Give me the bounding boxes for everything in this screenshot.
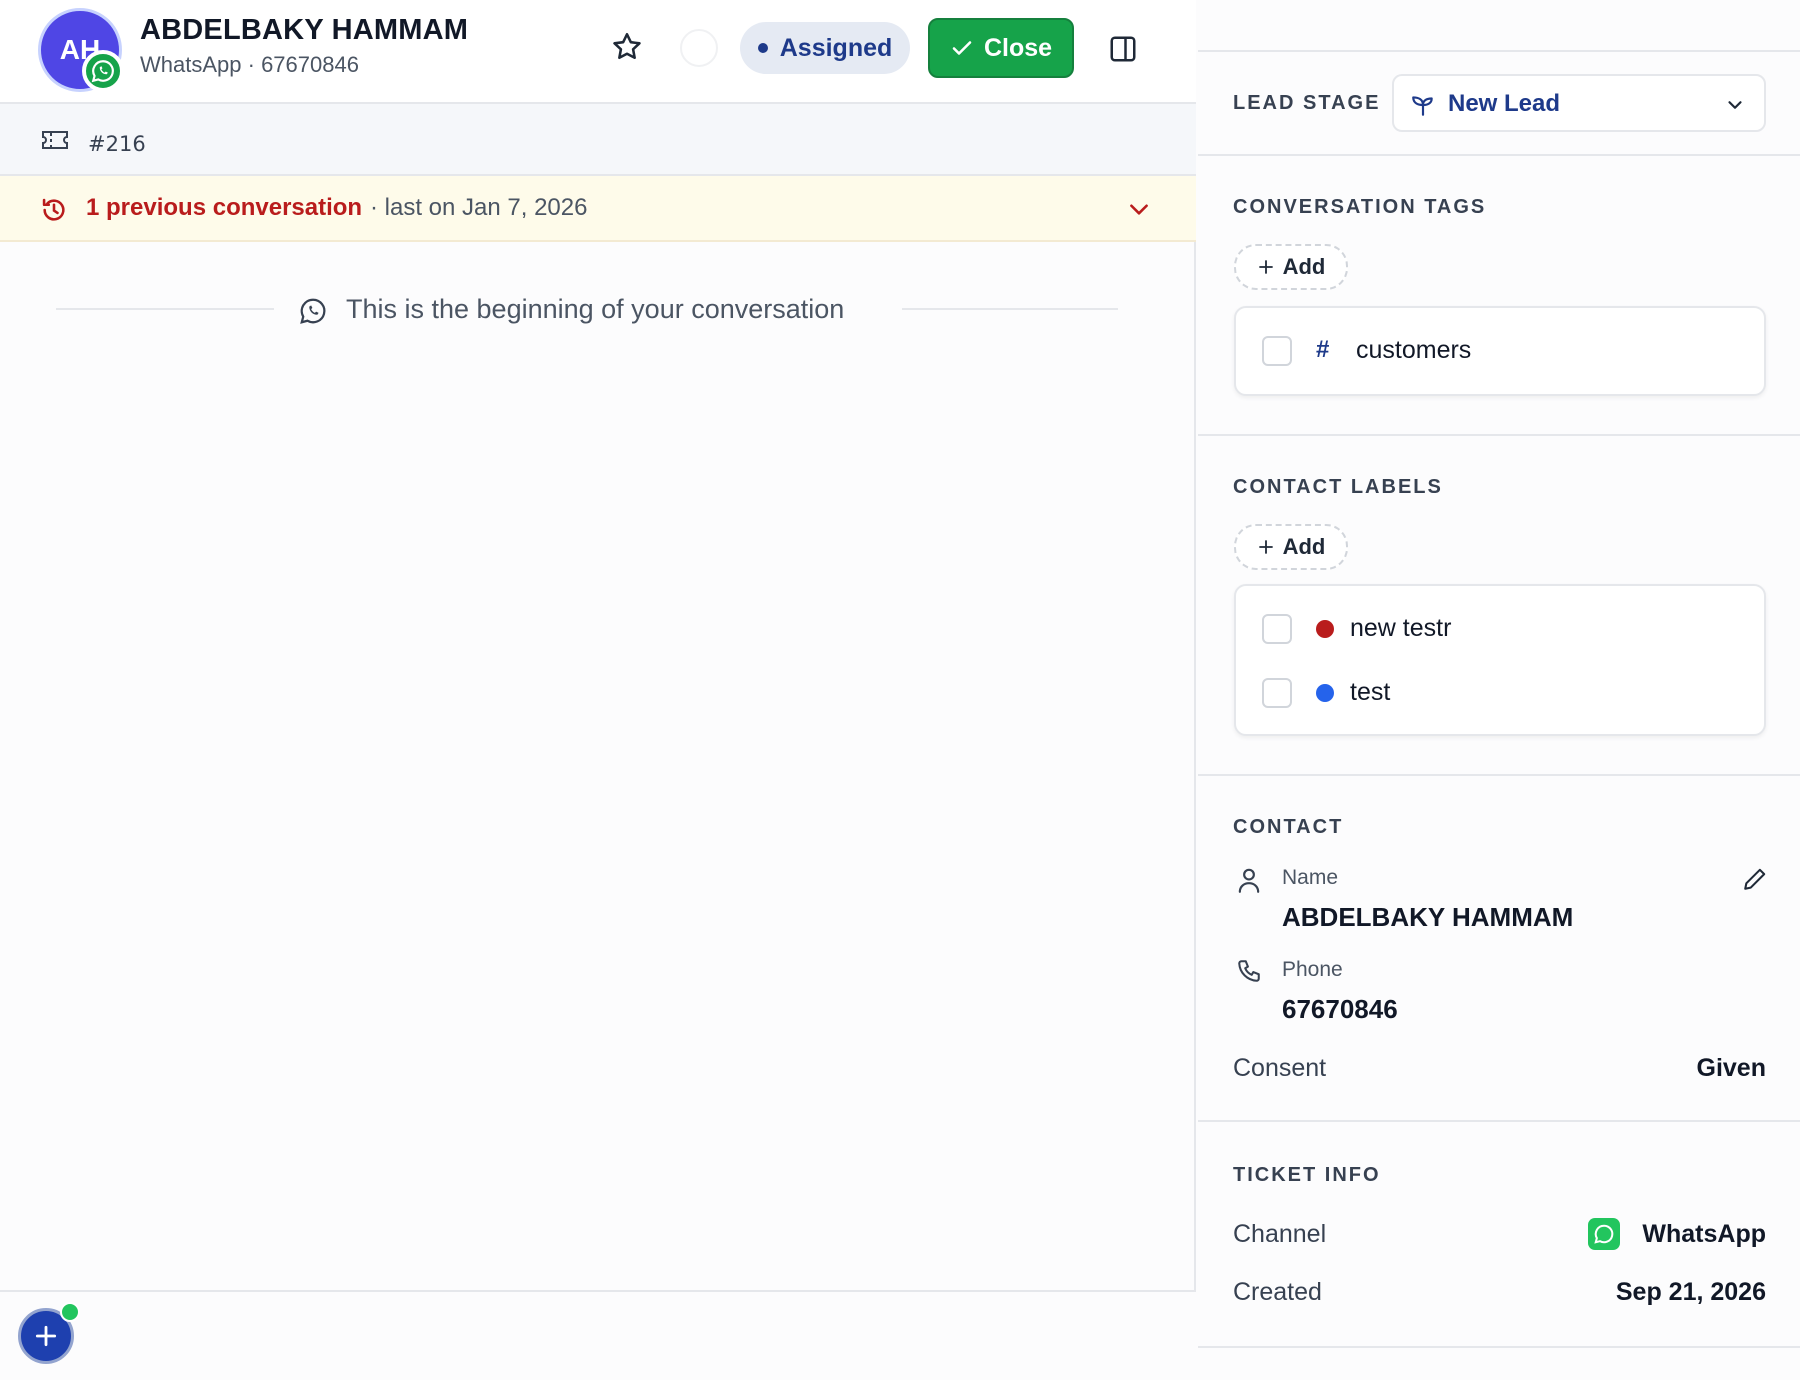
- label-color-dot: [1316, 684, 1334, 702]
- contact-labels-title: CONTACT LABELS: [1233, 476, 1443, 498]
- conversation-tags-section: CONVERSATION TAGS Add # customers: [1198, 156, 1800, 436]
- created-value: Sep 21, 2026: [1615, 1278, 1766, 1306]
- details-sidebar: LEAD STAGE New Lead CONVERSATION TAGS Ad…: [1198, 0, 1800, 1380]
- chevron-down-icon: [1724, 94, 1746, 116]
- previous-conversation-date: · last on Jan 7, 2026: [370, 194, 588, 221]
- sprout-icon: [1410, 92, 1436, 118]
- created-label: Created: [1233, 1278, 1322, 1306]
- contact-name: ABDELBAKY HAMMAM: [140, 14, 469, 46]
- lead-stage-value: New Lead: [1448, 90, 1561, 117]
- composer-area: [0, 1290, 1196, 1380]
- channel-label: Channel: [1233, 1220, 1327, 1248]
- contact-channel: WhatsApp: [140, 52, 242, 77]
- assigned-status-button[interactable]: Assigned: [740, 22, 910, 74]
- online-indicator: [60, 1302, 80, 1322]
- tag-list: # customers: [1234, 306, 1766, 396]
- edit-icon[interactable]: [1742, 866, 1768, 892]
- lead-stage-title: LEAD STAGE: [1233, 92, 1381, 114]
- conversation-header: AH ABDELBAKY HAMMAM WhatsApp · 67670846 …: [0, 0, 1196, 104]
- plus-icon: [35, 1325, 57, 1347]
- plus-icon: [1258, 260, 1273, 274]
- phone-icon: [1236, 958, 1262, 986]
- contact-subtitle: WhatsApp · 67670846: [140, 52, 359, 77]
- add-tag-label: Add: [1282, 254, 1326, 279]
- close-label: Close: [983, 33, 1053, 62]
- label-name: test: [1350, 678, 1391, 706]
- assigned-label: Assigned: [779, 33, 893, 62]
- contact-phone: 67670846: [261, 52, 359, 77]
- conversation-start-text: This is the beginning of your conversati…: [346, 294, 845, 324]
- divider-line: [902, 308, 1118, 310]
- add-label-label: Add: [1282, 534, 1326, 559]
- history-icon: [40, 196, 68, 224]
- ticket-info-section: TICKET INFO Channel WhatsApp Created Sep…: [1198, 1122, 1800, 1348]
- contact-section: CONTACT Name ABDELBAKY HAMMAM Phone 6767…: [1198, 776, 1800, 1122]
- name-label: Name: [1282, 866, 1339, 889]
- whatsapp-channel-icon: [1588, 1218, 1620, 1250]
- ticket-number: #216: [88, 132, 146, 156]
- close-conversation-button[interactable]: Close: [928, 18, 1074, 78]
- user-icon: [1236, 866, 1262, 894]
- whatsapp-icon: [298, 296, 328, 326]
- lead-stage-select[interactable]: New Lead: [1392, 74, 1766, 132]
- add-tag-button[interactable]: Add: [1234, 244, 1348, 290]
- status-dot: [757, 43, 768, 53]
- name-value: ABDELBAKY HAMMAM: [1282, 902, 1574, 932]
- tag-label: customers: [1356, 336, 1472, 364]
- consent-label: Consent: [1233, 1054, 1327, 1082]
- add-label-button[interactable]: Add: [1234, 524, 1348, 570]
- star-icon[interactable]: [610, 30, 644, 64]
- lead-stage-section: LEAD STAGE New Lead: [1198, 52, 1800, 156]
- tag-checkbox[interactable]: [1262, 336, 1292, 366]
- contact-labels-section: CONTACT LABELS Add new testr test: [1198, 436, 1800, 776]
- phone-value: 67670846: [1282, 994, 1398, 1024]
- sidebar-top: [1198, 0, 1800, 52]
- conversation-tags-title: CONVERSATION TAGS: [1233, 196, 1487, 218]
- channel-value: WhatsApp: [1642, 1220, 1766, 1248]
- previous-conversation-title: 1 previous conversation: [86, 194, 363, 221]
- label-checkbox[interactable]: [1262, 614, 1292, 644]
- ticket-icon: [40, 128, 70, 152]
- snooze-icon[interactable]: [680, 29, 718, 67]
- contact-title: CONTACT: [1233, 816, 1344, 838]
- label-list: new testr test: [1234, 584, 1766, 736]
- hashtag-icon: #: [1316, 336, 1330, 363]
- ticket-info-title: TICKET INFO: [1233, 1164, 1381, 1186]
- ticket-bar: #216: [0, 104, 1196, 176]
- label-color-dot: [1316, 620, 1334, 638]
- label-name: new testr: [1350, 614, 1452, 642]
- label-checkbox[interactable]: [1262, 678, 1292, 708]
- conversation-pane: AH ABDELBAKY HAMMAM WhatsApp · 67670846 …: [0, 0, 1196, 1380]
- check-icon: [952, 41, 972, 55]
- phone-label: Phone: [1282, 958, 1343, 981]
- chevron-down-icon[interactable]: [1126, 196, 1152, 222]
- sidebar-toggle-icon[interactable]: [1108, 34, 1138, 64]
- previous-conversation-banner[interactable]: 1 previous conversation · last on Jan 7,…: [0, 176, 1196, 242]
- divider-line: [56, 308, 274, 310]
- plus-icon: [1258, 540, 1273, 554]
- whatsapp-badge-icon: [82, 50, 124, 92]
- consent-value: Given: [1696, 1054, 1766, 1082]
